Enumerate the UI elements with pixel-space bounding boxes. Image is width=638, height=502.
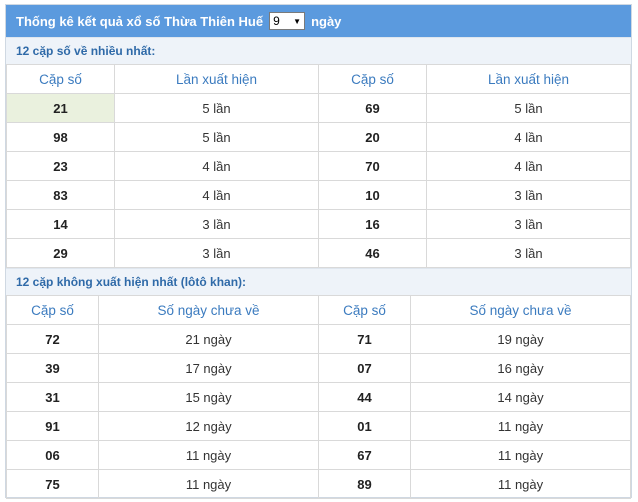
table-header-row: Cặp số Số ngày chưa về Cặp số Số ngày ch…: [6, 295, 631, 325]
occurrence-count: 4 lần: [426, 122, 631, 152]
pair-number: 72: [6, 324, 99, 354]
column-header: Số ngày chưa về: [98, 295, 319, 325]
occurrence-count: 4 lần: [114, 151, 319, 181]
column-header: Số ngày chưa về: [410, 295, 631, 325]
pair-number: 06: [6, 440, 99, 470]
table-row: 21 5 lần 69 5 lần: [6, 93, 631, 123]
days-absent: 16 ngày: [410, 353, 631, 383]
occurrence-count: 4 lần: [426, 151, 631, 181]
occurrence-count: 5 lần: [114, 93, 319, 123]
days-absent: 15 ngày: [98, 382, 319, 412]
lottery-stats-panel: Thống kê kết quả xổ số Thừa Thiên Huế 9 …: [5, 4, 632, 499]
table-row: 83 4 lần 10 3 lần: [6, 180, 631, 210]
days-absent: 11 ngày: [410, 440, 631, 470]
occurrence-count: 4 lần: [114, 180, 319, 210]
pair-number: 29: [6, 238, 115, 268]
table-row: 14 3 lần 16 3 lần: [6, 209, 631, 239]
stats-header: Thống kê kết quả xổ số Thừa Thiên Huế 9 …: [6, 5, 631, 37]
pair-number: 75: [6, 469, 99, 499]
column-header: Cặp số: [318, 295, 411, 325]
table-row: 23 4 lần 70 4 lần: [6, 151, 631, 181]
table-row: 75 11 ngày 89 11 ngày: [6, 469, 631, 499]
stats-title: Thống kê kết quả xổ số Thừa Thiên Huế: [16, 13, 264, 29]
days-absent: 11 ngày: [410, 469, 631, 499]
pair-number: 71: [318, 324, 411, 354]
days-absent: 19 ngày: [410, 324, 631, 354]
pair-number: 91: [6, 411, 99, 441]
pair-number: 10: [318, 180, 427, 210]
pair-number: 16: [318, 209, 427, 239]
column-header: Cặp số: [318, 64, 427, 94]
days-absent: 11 ngày: [98, 469, 319, 499]
pair-number: 23: [6, 151, 115, 181]
pair-number: 44: [318, 382, 411, 412]
pair-number: 46: [318, 238, 427, 268]
dropdown-arrow-icon: ▼: [293, 16, 302, 26]
occurrence-count: 3 lần: [426, 238, 631, 268]
pair-number: 21: [6, 93, 115, 123]
pair-number: 89: [318, 469, 411, 499]
table-row: 91 12 ngày 01 11 ngày: [6, 411, 631, 441]
days-absent: 12 ngày: [98, 411, 319, 441]
days-absent: 21 ngày: [98, 324, 319, 354]
pair-number: 07: [318, 353, 411, 383]
column-header: Cặp số: [6, 295, 99, 325]
column-header: Lần xuất hiện: [114, 64, 319, 94]
table-row: 31 15 ngày 44 14 ngày: [6, 382, 631, 412]
days-absent: 11 ngày: [98, 440, 319, 470]
table-row: 06 11 ngày 67 11 ngày: [6, 440, 631, 470]
occurrence-count: 3 lần: [114, 238, 319, 268]
days-absent: 11 ngày: [410, 411, 631, 441]
pair-number: 98: [6, 122, 115, 152]
days-select-value: 9: [273, 14, 280, 28]
column-header: Cặp số: [6, 64, 115, 94]
pair-number: 20: [318, 122, 427, 152]
occurrence-count: 3 lần: [426, 209, 631, 239]
column-header: Lần xuất hiện: [426, 64, 631, 94]
least-frequent-table: Cặp số Số ngày chưa về Cặp số Số ngày ch…: [6, 295, 631, 499]
occurrence-count: 3 lần: [426, 180, 631, 210]
days-absent: 17 ngày: [98, 353, 319, 383]
days-absent: 14 ngày: [410, 382, 631, 412]
table-row: 72 21 ngày 71 19 ngày: [6, 324, 631, 354]
pair-number: 39: [6, 353, 99, 383]
days-suffix: ngày: [311, 13, 342, 29]
pair-number: 83: [6, 180, 115, 210]
days-select[interactable]: 9 ▼: [269, 12, 306, 30]
pair-number: 14: [6, 209, 115, 239]
table-row: 39 17 ngày 07 16 ngày: [6, 353, 631, 383]
most-frequent-table: Cặp số Lần xuất hiện Cặp số Lần xuất hiệ…: [6, 64, 631, 268]
occurrence-count: 3 lần: [114, 209, 319, 239]
occurrence-count: 5 lần: [114, 122, 319, 152]
table-header-row: Cặp số Lần xuất hiện Cặp số Lần xuất hiệ…: [6, 64, 631, 94]
table-row: 98 5 lần 20 4 lần: [6, 122, 631, 152]
pair-number: 01: [318, 411, 411, 441]
pair-number: 31: [6, 382, 99, 412]
most-frequent-label: 12 cặp số về nhiều nhất:: [6, 37, 631, 64]
pair-number: 70: [318, 151, 427, 181]
table-row: 29 3 lần 46 3 lần: [6, 238, 631, 268]
pair-number: 67: [318, 440, 411, 470]
least-frequent-label: 12 cặp không xuất hiện nhất (lôtô khan):: [6, 268, 631, 295]
pair-number: 69: [318, 93, 427, 123]
occurrence-count: 5 lần: [426, 93, 631, 123]
